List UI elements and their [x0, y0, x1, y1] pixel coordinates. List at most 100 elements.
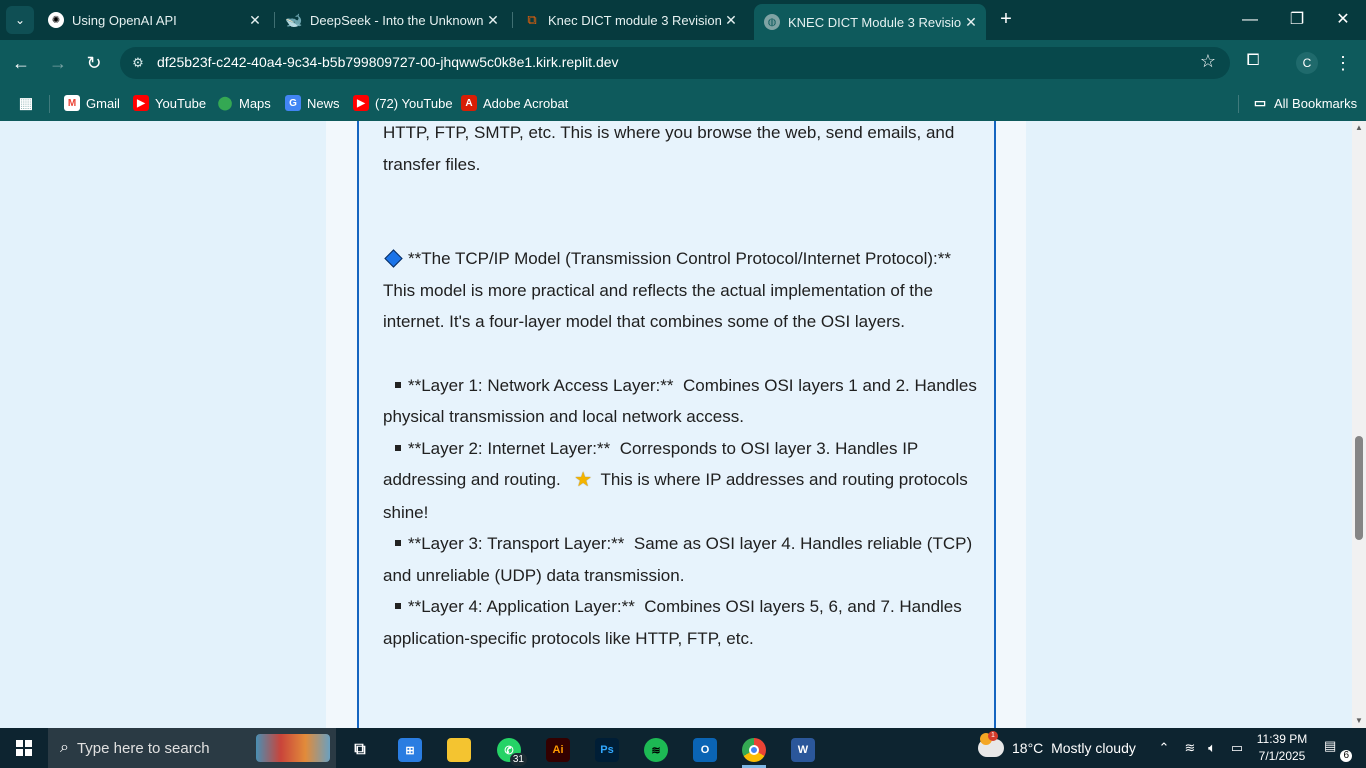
windows-taskbar: ⌕ Type here to search ⧉ ⊞ ✆ 31 Ai Ps ≋ O…: [0, 728, 1366, 768]
new-tab-button[interactable]: +: [994, 8, 1018, 32]
bookmark-youtube[interactable]: ▶ YouTube: [133, 93, 206, 113]
tcpip-description: This model is more practical and reflect…: [383, 280, 933, 332]
search-icon: ⌕: [60, 739, 69, 756]
close-icon[interactable]: ✕: [246, 12, 264, 29]
outlook-button[interactable]: O: [685, 732, 725, 768]
tab-search-button[interactable]: ⌄: [6, 6, 34, 34]
minimize-button[interactable]: —: [1238, 8, 1262, 32]
wifi-icon[interactable]: ≋: [1180, 728, 1200, 768]
spotify-icon: ≋: [644, 738, 668, 762]
deepseek-icon: 🐋: [285, 11, 303, 28]
word-button[interactable]: W: [783, 732, 823, 768]
bookmark-star-icon[interactable]: ☆: [1200, 51, 1216, 72]
whatsapp-badge: 31: [509, 753, 527, 766]
browser-toolbar: ← → ↻ ⚙ df25b23f-c242-40a4-9c34-b5b79980…: [0, 40, 1366, 86]
intro-paragraph: HTTP, FTP, SMTP, etc. This is where you …: [383, 123, 955, 174]
cloudy-weather-icon: 1: [978, 731, 1004, 757]
tab-separator: [512, 12, 513, 28]
start-button[interactable]: [0, 728, 48, 768]
apps-grid-icon[interactable]: ▦: [18, 93, 40, 113]
scrollbar-thumb[interactable]: [1355, 436, 1363, 540]
tab-knec-revision-active[interactable]: ◍ KNEC DICT Module 3 Revision ✕: [754, 4, 986, 40]
spotify-button[interactable]: ≋: [636, 732, 676, 768]
chrome-icon: [742, 738, 766, 762]
chevron-up-icon: ⌃: [1158, 740, 1170, 755]
tab-deepseek[interactable]: 🐋 DeepSeek - Into the Unknown ✕: [276, 4, 508, 36]
list-item: **Layer 3: Transport Layer:** Same as OS…: [383, 528, 983, 591]
all-bookmarks-button[interactable]: ▭ All Bookmarks: [1252, 93, 1357, 113]
list-item: **Layer 2: Internet Layer:** Corresponds…: [383, 433, 983, 529]
task-view-button[interactable]: ⧉: [340, 732, 380, 768]
tab-using-openai-api[interactable]: ✺ Using OpenAI API ✕: [38, 4, 270, 36]
globe-icon: ◍: [764, 14, 780, 30]
show-hidden-icons-button[interactable]: ⌃: [1154, 728, 1174, 768]
site-info-icon[interactable]: ⚙: [128, 53, 148, 73]
layer-title: **Layer 3: Transport Layer:**: [408, 534, 625, 553]
close-window-button[interactable]: ✕: [1331, 8, 1355, 32]
whatsapp-button[interactable]: ✆ 31: [489, 732, 529, 768]
weather-description: Mostly cloudy: [1051, 740, 1136, 756]
bookmark-youtube-72[interactable]: ▶ (72) YouTube: [353, 93, 453, 113]
tcpip-section: **The TCP/IP Model (Transmission Control…: [383, 243, 983, 338]
bookmark-adobe-acrobat[interactable]: A Adobe Acrobat: [461, 93, 568, 113]
notification-center-button[interactable]: ▤ 6: [1324, 738, 1352, 762]
notification-count: 6: [1340, 750, 1352, 762]
layer-title: **Layer 2: Internet Layer:**: [408, 438, 611, 458]
list-item: **Layer 4: Application Layer:** Combines…: [383, 591, 983, 654]
restore-button[interactable]: ❐: [1285, 8, 1309, 32]
tcpip-heading: **The TCP/IP Model (Transmission Control…: [408, 249, 951, 268]
notification-icon: ▤: [1324, 738, 1337, 753]
bookmark-gmail[interactable]: M Gmail: [64, 93, 120, 113]
store-icon: ⊞: [398, 738, 422, 762]
layer-title: **Layer 4: Application Layer:**: [408, 597, 635, 616]
close-icon[interactable]: ✕: [484, 12, 502, 29]
scroll-up-arrow-icon[interactable]: ▲: [1352, 121, 1366, 135]
illustrator-button[interactable]: Ai: [538, 732, 578, 768]
reload-button[interactable]: ↻: [81, 50, 107, 76]
tab-separator: [274, 12, 275, 28]
maps-icon: ⬤: [217, 95, 233, 110]
close-icon[interactable]: ✕: [722, 12, 740, 29]
bookmarks-separator: [49, 95, 50, 113]
photoshop-button[interactable]: Ps: [587, 732, 627, 768]
diamond-icon: [384, 249, 403, 268]
weather-widget[interactable]: 1 18°C Mostly cloudy: [978, 728, 1136, 768]
bookmarks-separator: [1238, 95, 1239, 113]
bookmark-news[interactable]: G News: [285, 93, 340, 113]
back-button[interactable]: ←: [8, 50, 34, 76]
youtube-icon: ▶: [353, 95, 369, 111]
folder-icon: ▭: [1253, 95, 1267, 110]
folder-icon: [447, 738, 471, 762]
scroll-down-arrow-icon[interactable]: ▼: [1352, 714, 1366, 728]
page-viewport: HTTP, FTP, SMTP, etc. This is where you …: [0, 121, 1352, 728]
file-explorer-button[interactable]: [439, 732, 479, 768]
search-highlight-image: [256, 734, 330, 762]
taskbar-clock[interactable]: 11:39 PM 7/1/2025: [1256, 731, 1308, 765]
bookmarks-bar: ▦ M Gmail ▶ YouTube ⬤ Maps G News ▶ (72)…: [0, 86, 1366, 121]
bookmark-maps[interactable]: ⬤ Maps: [217, 93, 271, 113]
word-icon: W: [791, 738, 815, 762]
list-item: **Layer 1: Network Access Layer:** Combi…: [383, 370, 983, 433]
taskbar-search-box[interactable]: ⌕ Type here to search: [48, 728, 336, 768]
clock-time: 11:39 PM: [1256, 732, 1308, 746]
revision-text: HTTP, FTP, SMTP, etc. This is where you …: [383, 121, 983, 654]
bullet-icon: [395, 444, 401, 451]
clock-date: 7/1/2025: [1258, 749, 1306, 763]
search-placeholder: Type here to search: [76, 739, 210, 757]
menu-icon[interactable]: ⋮: [1332, 50, 1354, 76]
extensions-icon[interactable]: ⧠: [1242, 52, 1264, 74]
url-text[interactable]: df25b23f-c242-40a4-9c34-b5b799809727-00-…: [157, 54, 619, 70]
weather-temperature: 18°C: [1012, 740, 1044, 756]
page-scrollbar[interactable]: ▲ ▼: [1352, 121, 1366, 728]
battery-icon[interactable]: ▭: [1226, 728, 1248, 768]
volume-icon[interactable]: 🔈︎: [1202, 728, 1222, 768]
chrome-button[interactable]: [734, 732, 774, 768]
microsoft-store-button[interactable]: ⊞: [390, 732, 430, 768]
address-bar[interactable]: ⚙ df25b23f-c242-40a4-9c34-b5b799809727-0…: [120, 47, 1230, 79]
profile-avatar[interactable]: C: [1296, 52, 1318, 74]
tab-knec-revision-b[interactable]: ⧉ Knec DICT module 3 Revision B ✕: [514, 4, 746, 36]
forward-button[interactable]: →: [45, 50, 71, 76]
star-icon: ★: [574, 469, 593, 491]
weather-alert-badge: 1: [988, 731, 998, 741]
close-icon[interactable]: ✕: [962, 14, 980, 31]
